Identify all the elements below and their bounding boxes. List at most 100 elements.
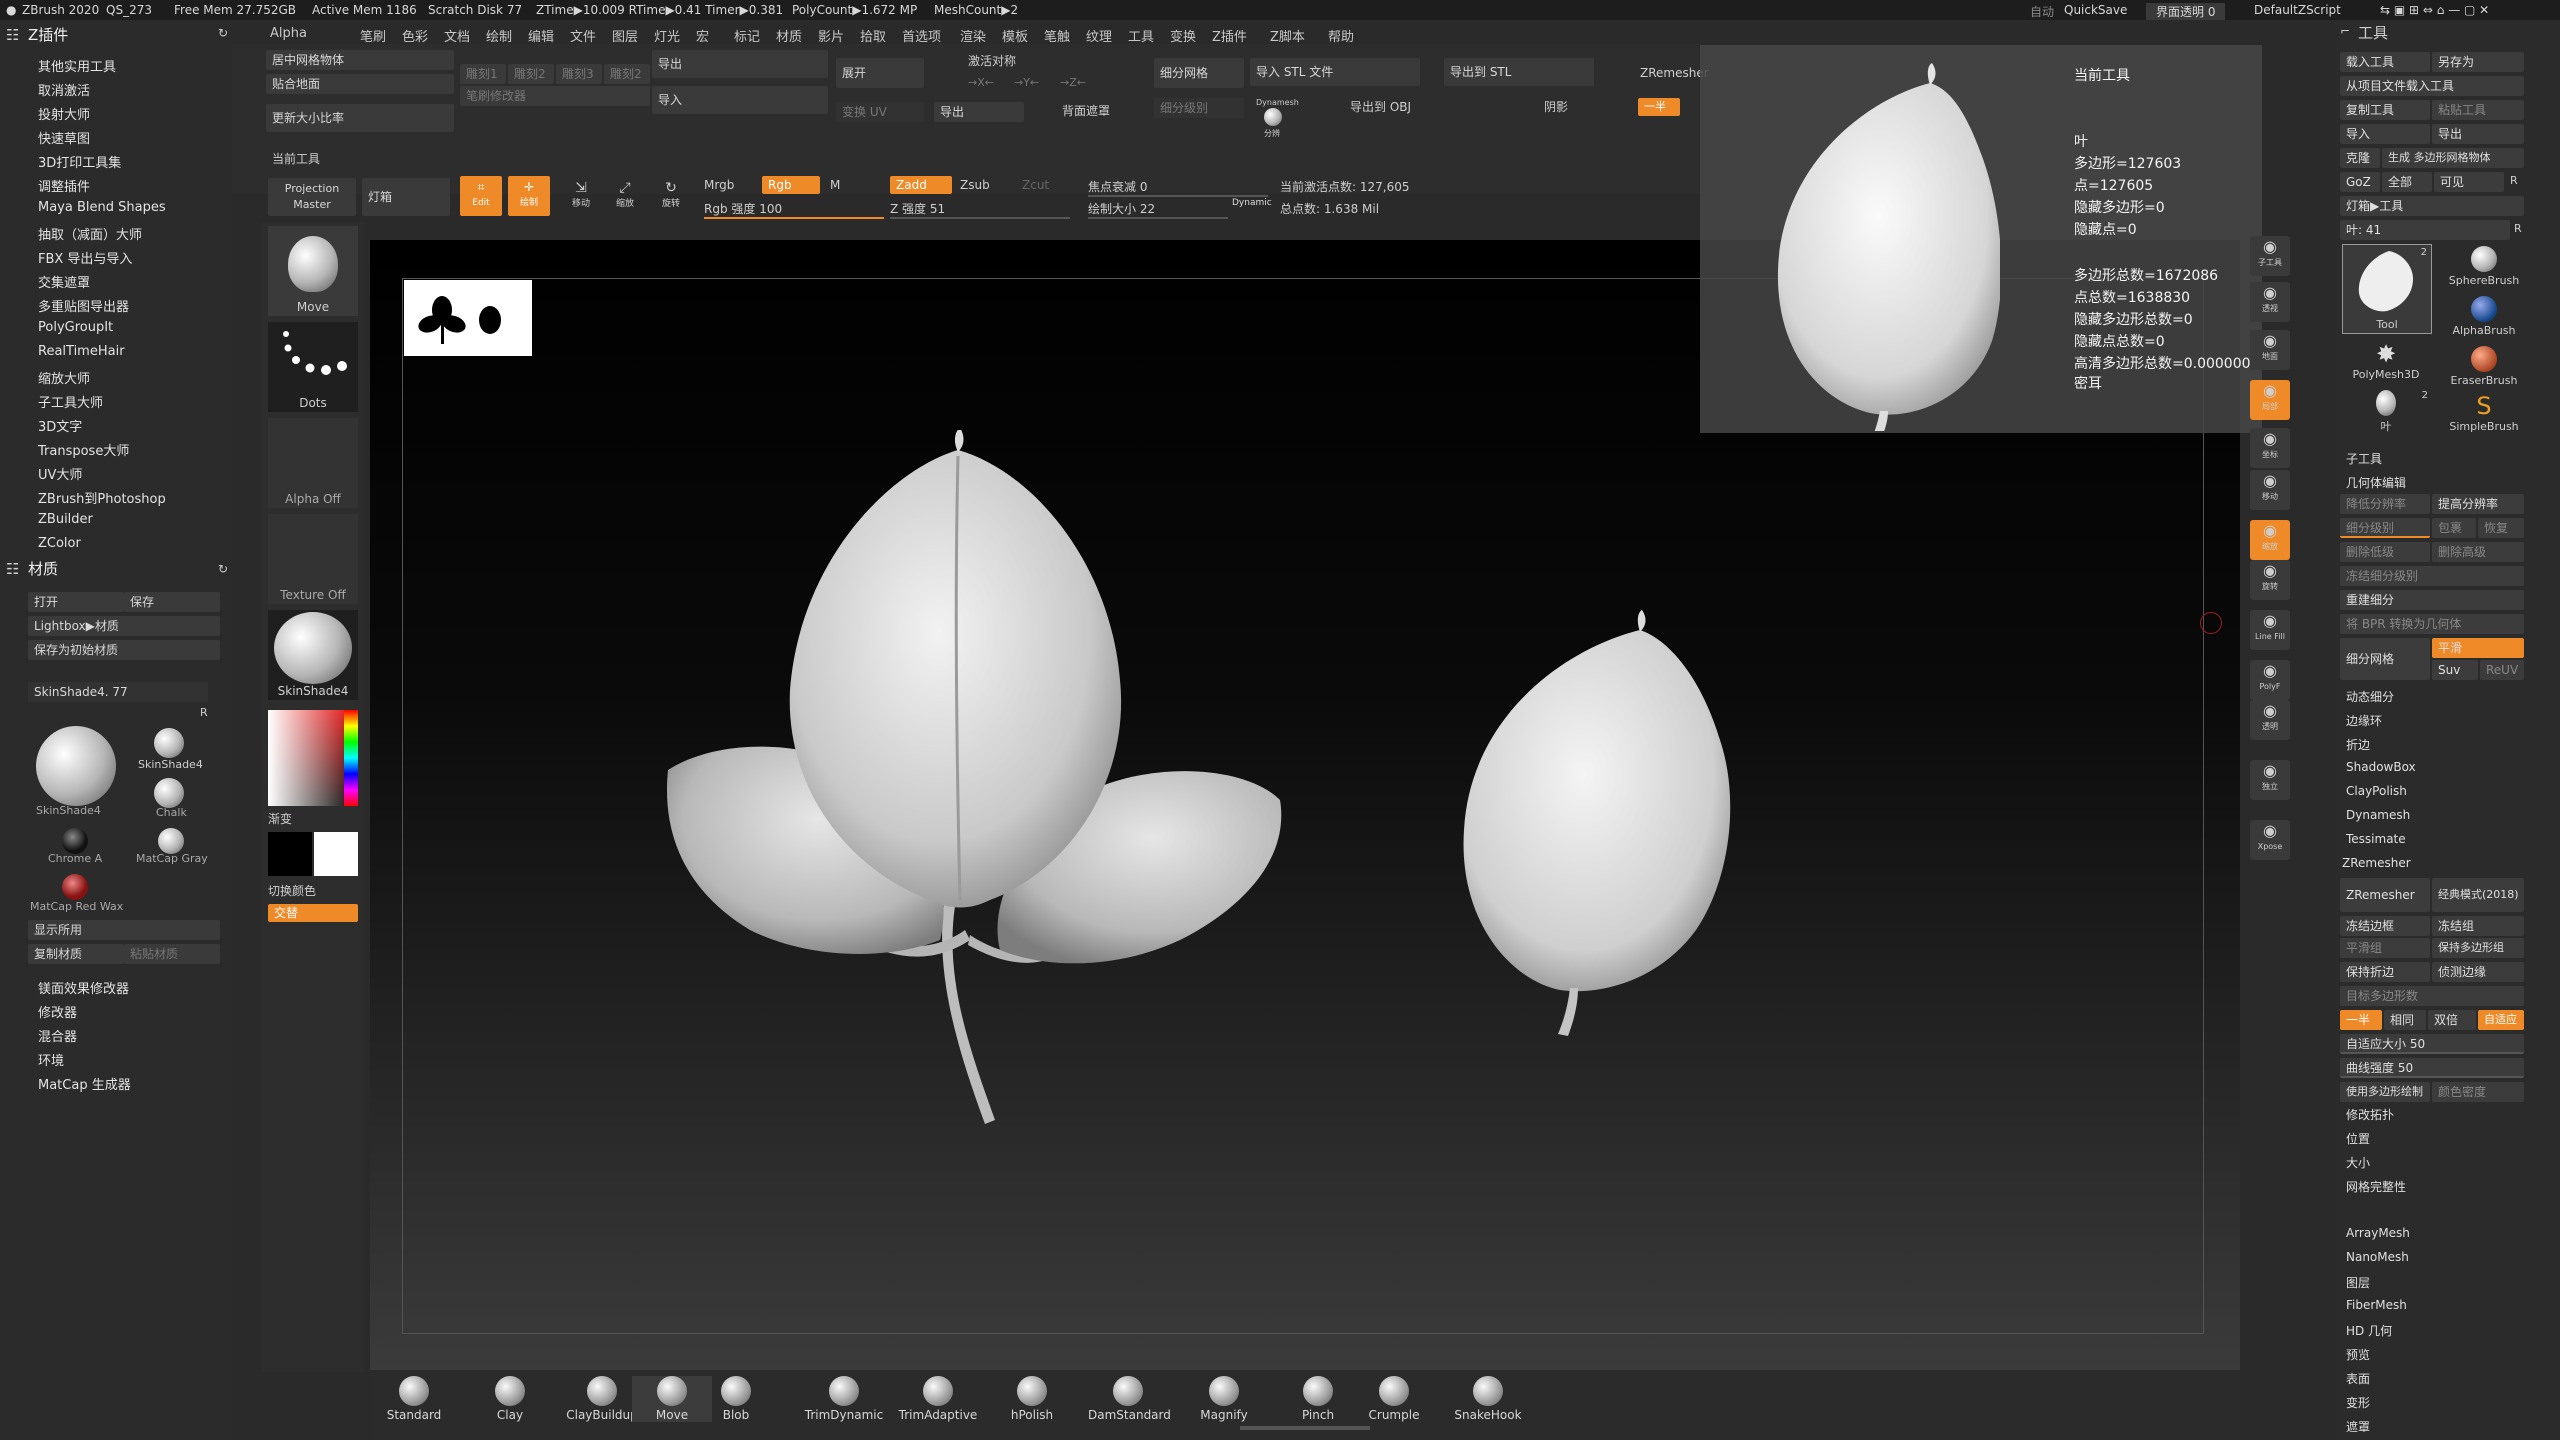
menu-item[interactable]: 工具 bbox=[1128, 26, 1154, 45]
main-color-swatch[interactable] bbox=[314, 832, 358, 876]
menu-item[interactable]: 拾取 bbox=[860, 26, 886, 45]
menu-item[interactable]: 纹理 bbox=[1086, 26, 1112, 45]
menu-item[interactable]: 绘制 bbox=[486, 26, 512, 45]
zremesher-section[interactable]: ZRemesher bbox=[2342, 856, 2411, 870]
menu-item[interactable]: Alpha bbox=[270, 26, 307, 41]
import-stl-button[interactable]: 导入 STL 文件 bbox=[1250, 58, 1420, 86]
material-subsection[interactable]: 混合器 bbox=[38, 1026, 77, 1045]
center-mesh-button[interactable]: 居中网格物体 bbox=[266, 50, 454, 70]
curve-strength-slider[interactable]: 曲线强度 50 bbox=[2340, 1058, 2524, 1078]
current-material-thumb[interactable] bbox=[36, 726, 116, 806]
goz-button[interactable]: GoZ bbox=[2340, 172, 2380, 192]
brush-button[interactable]: Magnify bbox=[1184, 1376, 1264, 1422]
material-subsection[interactable]: 镁面效果修改器 bbox=[38, 978, 129, 997]
zcut-button[interactable]: Zcut bbox=[1022, 178, 1049, 192]
eraser-brush-tool[interactable]: EraserBrush bbox=[2440, 344, 2528, 392]
keep-groups-toggle[interactable]: 保持多边形组 bbox=[2432, 938, 2524, 958]
smooth-toggle[interactable]: 平滑 bbox=[2432, 638, 2524, 658]
draw-mode-button[interactable]: ✛ 绘制 bbox=[508, 176, 550, 216]
plugin-item[interactable]: UV大师 bbox=[38, 464, 82, 483]
double-toggle[interactable]: 双倍 bbox=[2428, 1010, 2476, 1030]
tool-panel-title[interactable]: 工具 bbox=[2358, 22, 2388, 43]
sculpt-layer-button[interactable]: 雕刻2 bbox=[508, 64, 554, 84]
plugin-item[interactable]: ZColor bbox=[38, 536, 81, 551]
secondary-color-swatch[interactable] bbox=[268, 832, 312, 876]
refresh-icon[interactable]: ↻ bbox=[218, 562, 228, 576]
visible-button[interactable]: 可见 bbox=[2434, 172, 2504, 192]
texture-thumb[interactable]: Texture Off bbox=[268, 514, 358, 604]
tool-subsection[interactable]: 大小 bbox=[2346, 1154, 2370, 1171]
projection-master-button[interactable]: Projection Master bbox=[268, 178, 356, 216]
backface-mask-button[interactable]: 背面遮罩 bbox=[1062, 102, 1110, 119]
brush-button[interactable]: SnakeHook bbox=[1448, 1376, 1528, 1422]
plugin-item[interactable]: 快速草图 bbox=[38, 128, 90, 147]
right-strip-button[interactable]: ◉ 子工具 bbox=[2250, 236, 2290, 276]
current-tool-slider[interactable]: 叶: 41 bbox=[2340, 220, 2510, 240]
material-thumb[interactable] bbox=[154, 728, 184, 758]
material-subsection[interactable]: MatCap 生成器 bbox=[38, 1074, 131, 1093]
right-strip-button[interactable]: ◉ 透明 bbox=[2250, 700, 2290, 740]
load-tool-button[interactable]: 载入工具 bbox=[2340, 52, 2430, 72]
plugin-item[interactable]: 缩放大师 bbox=[38, 368, 90, 387]
draw-size-slider[interactable]: 绘制大小 22 bbox=[1088, 200, 1228, 219]
simple-brush-tool[interactable]: S SimpleBrush bbox=[2440, 392, 2528, 440]
geometry-subsection[interactable]: 折边 bbox=[2346, 736, 2370, 753]
right-strip-button[interactable]: ◉ 局部 bbox=[2250, 380, 2290, 420]
plugin-item[interactable]: 3D文字 bbox=[38, 416, 82, 435]
brush-button[interactable]: Clay bbox=[470, 1376, 550, 1422]
tool-section[interactable]: NanoMesh bbox=[2346, 1250, 2409, 1264]
subtool-section[interactable]: 子工具 bbox=[2346, 450, 2382, 467]
menu-item[interactable]: 模板 bbox=[1002, 26, 1028, 45]
plugin-item[interactable]: 3D打印工具集 bbox=[38, 152, 121, 171]
tool-section[interactable]: HD 几何 bbox=[2346, 1322, 2392, 1339]
plugin-item[interactable]: 交集遮罩 bbox=[38, 272, 90, 291]
menu-item[interactable]: 帮助 bbox=[1328, 26, 1354, 45]
import-button[interactable]: 导入 bbox=[652, 86, 828, 114]
geometry-section[interactable]: 几何体编辑 bbox=[2346, 474, 2406, 491]
zremesher-button[interactable]: ZRemesher bbox=[1640, 66, 1709, 80]
scale-mode-button[interactable]: ⤢ 缩放 bbox=[606, 180, 644, 209]
freeze-groups-toggle[interactable]: 冻结组 bbox=[2432, 916, 2524, 936]
menu-item[interactable]: 文档 bbox=[444, 26, 470, 45]
right-strip-button[interactable]: ◉ 坐标 bbox=[2250, 428, 2290, 468]
plugin-item[interactable]: Transpose大师 bbox=[38, 440, 129, 459]
sphere-brush-tool[interactable]: SphereBrush bbox=[2440, 244, 2528, 292]
update-ratio-button[interactable]: 更新大小比率 bbox=[266, 104, 454, 132]
color-picker[interactable] bbox=[268, 710, 358, 806]
brush-button[interactable]: Standard bbox=[374, 1376, 454, 1422]
right-strip-button[interactable]: ◉ 地面 bbox=[2250, 330, 2290, 370]
freeze-subdiv-button[interactable]: 冻结细分级别 bbox=[2340, 566, 2524, 586]
lower-res-button[interactable]: 降低分辨率 bbox=[2340, 494, 2430, 514]
material-thumb[interactable] bbox=[62, 874, 88, 900]
menu-item[interactable]: 影片 bbox=[818, 26, 844, 45]
material-title[interactable]: 材质 bbox=[28, 558, 58, 579]
stick-ground-button[interactable]: 贴合地面 bbox=[266, 74, 454, 94]
plugin-item[interactable]: Maya Blend Shapes bbox=[38, 200, 166, 215]
del-higher-button[interactable]: 删除高级 bbox=[2432, 542, 2524, 562]
plugin-item[interactable]: RealTimeHair bbox=[38, 344, 125, 359]
zsub-button[interactable]: Zsub bbox=[960, 178, 990, 192]
ui-transparency-slider[interactable]: 界面透明 0 bbox=[2146, 3, 2226, 20]
export-obj-button[interactable]: 导出到 OBJ bbox=[1350, 98, 1411, 115]
brush-button[interactable]: Crumple bbox=[1354, 1376, 1434, 1422]
zremesher-run-button[interactable]: ZRemesher bbox=[2340, 878, 2430, 912]
paste-material-button[interactable]: 粘贴材质 bbox=[124, 944, 220, 964]
current-material-slider[interactable]: SkinShade4. 77 bbox=[28, 682, 208, 702]
tool-section[interactable]: 预览 bbox=[2346, 1346, 2370, 1363]
save-material-button[interactable]: 保存 bbox=[124, 592, 220, 612]
show-used-button[interactable]: 显示所用 bbox=[28, 920, 220, 940]
divide-button[interactable]: 细分网格 bbox=[2340, 638, 2430, 680]
tool-subsection[interactable]: 网格完整性 bbox=[2346, 1178, 2406, 1195]
menu-item[interactable]: 色彩 bbox=[402, 26, 428, 45]
z-intensity-slider[interactable]: Z 强度 51 bbox=[890, 200, 1070, 219]
adaptive-size-slider[interactable]: 自适应大小 50 bbox=[2340, 1034, 2524, 1054]
quicksave-button[interactable]: QuickSave bbox=[2064, 3, 2127, 17]
import-tool-button[interactable]: 导入 bbox=[2340, 124, 2430, 144]
move-mode-button[interactable]: ⇲ 移动 bbox=[562, 180, 600, 209]
leaf-subtool-thumb[interactable]: 叶 2 bbox=[2340, 388, 2432, 436]
brush-button[interactable]: Blob bbox=[696, 1376, 776, 1422]
make-polymesh-button[interactable]: 生成 多边形网格物体 bbox=[2382, 148, 2524, 168]
sym-x-button[interactable]: →X← bbox=[968, 76, 994, 89]
export-button[interactable]: 导出 bbox=[652, 50, 828, 78]
geometry-subsection[interactable]: Tessimate bbox=[2346, 832, 2406, 846]
